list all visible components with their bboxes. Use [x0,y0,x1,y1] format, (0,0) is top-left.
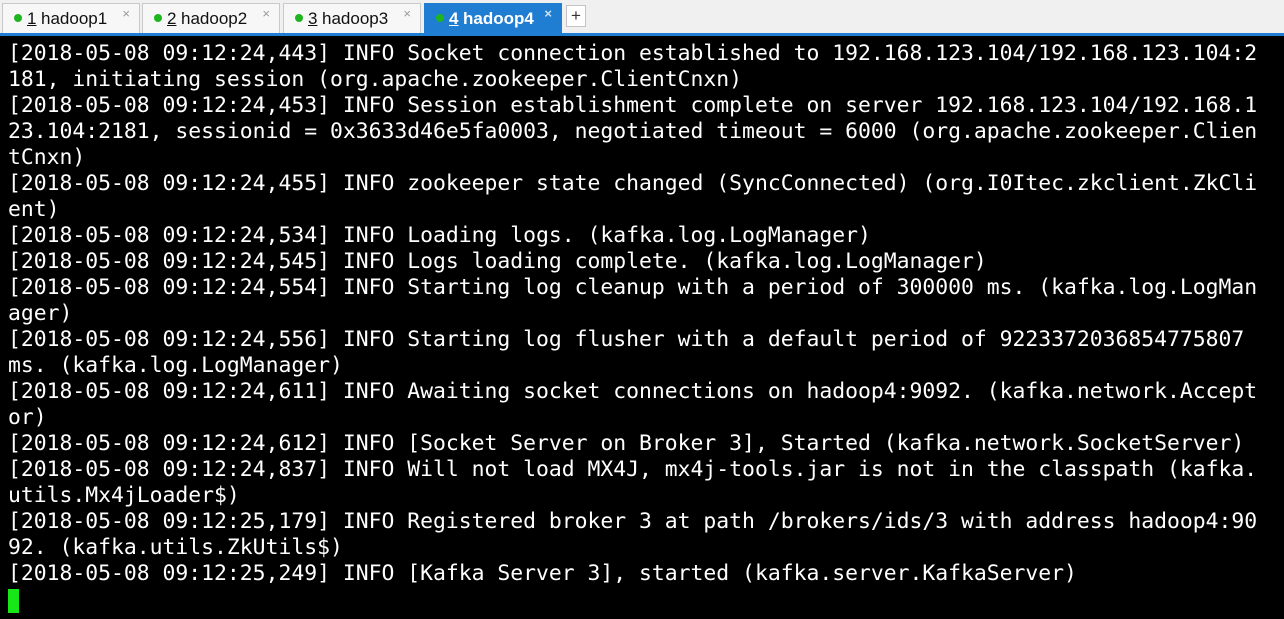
log-line: tCnxn) [8,145,86,170]
tab-number: 4 [449,9,459,28]
close-icon[interactable]: × [262,6,270,21]
log-line: [2018-05-08 09:12:24,453] INFO Session e… [8,93,1258,118]
tab-label: hadoop4 [463,9,534,28]
tab-number: 1 [27,9,37,28]
log-line: ager) [8,301,73,326]
connected-status-icon [436,14,444,22]
log-line: [2018-05-08 09:12:24,612] INFO [Socket S… [8,431,1245,456]
log-line: 181, initiating session (org.apache.zook… [8,67,743,92]
log-line: [2018-05-08 09:12:24,611] INFO Awaiting … [8,379,1258,404]
log-line: [2018-05-08 09:12:24,455] INFO zookeeper… [8,171,1258,196]
terminal-lines: [2018-05-08 09:12:24,443] INFO Socket co… [8,41,1284,587]
log-line: 92. (kafka.utils.ZkUtils$) [8,535,343,560]
close-icon[interactable]: × [403,6,411,21]
log-line: utils.Mx4jLoader$) [8,483,240,508]
connected-status-icon [14,14,22,22]
tab-hadoop4[interactable]: 4 hadoop4 × [424,3,562,33]
connected-status-icon [154,14,162,22]
log-line: [2018-05-08 09:12:24,837] INFO Will not … [8,457,1258,482]
tab-label: hadoop1 [41,9,108,28]
log-line: [2018-05-08 09:12:24,556] INFO Starting … [8,327,1245,352]
log-line: [2018-05-08 09:12:24,534] INFO Loading l… [8,223,871,248]
tab-hadoop1[interactable]: 1 hadoop1 × [2,3,140,33]
close-icon[interactable]: × [544,6,552,21]
close-icon[interactable]: × [122,6,130,21]
tab-hadoop3[interactable]: 3 hadoop3 × [283,3,421,33]
new-tab-button[interactable]: + [566,5,586,27]
tab-hadoop2[interactable]: 2 hadoop2 × [142,3,280,33]
prompt-line [8,587,1284,619]
log-line: [2018-05-08 09:12:25,179] INFO Registere… [8,509,1258,534]
connected-status-icon [295,14,303,22]
log-line: [2018-05-08 09:12:25,249] INFO [Kafka Se… [8,561,1077,586]
log-line: or) [8,405,47,430]
log-line: [2018-05-08 09:12:24,554] INFO Starting … [8,275,1258,300]
tab-bar: 1 hadoop1 × 2 hadoop2 × 3 hadoop3 × 4 ha… [0,0,1284,36]
tab-number: 3 [308,9,318,28]
terminal-output[interactable]: [2018-05-08 09:12:24,443] INFO Socket co… [0,36,1284,619]
tab-label: hadoop2 [181,9,248,28]
tab-number: 2 [167,9,177,28]
log-line: ent) [8,197,60,222]
log-line: ms. (kafka.log.LogManager) [8,353,343,378]
cursor [8,589,19,613]
tab-label: hadoop3 [322,9,389,28]
log-line: [2018-05-08 09:12:24,545] INFO Logs load… [8,249,987,274]
log-line: 23.104:2181, sessionid = 0x3633d46e5fa00… [8,119,1258,144]
log-line: [2018-05-08 09:12:24,443] INFO Socket co… [8,41,1258,66]
